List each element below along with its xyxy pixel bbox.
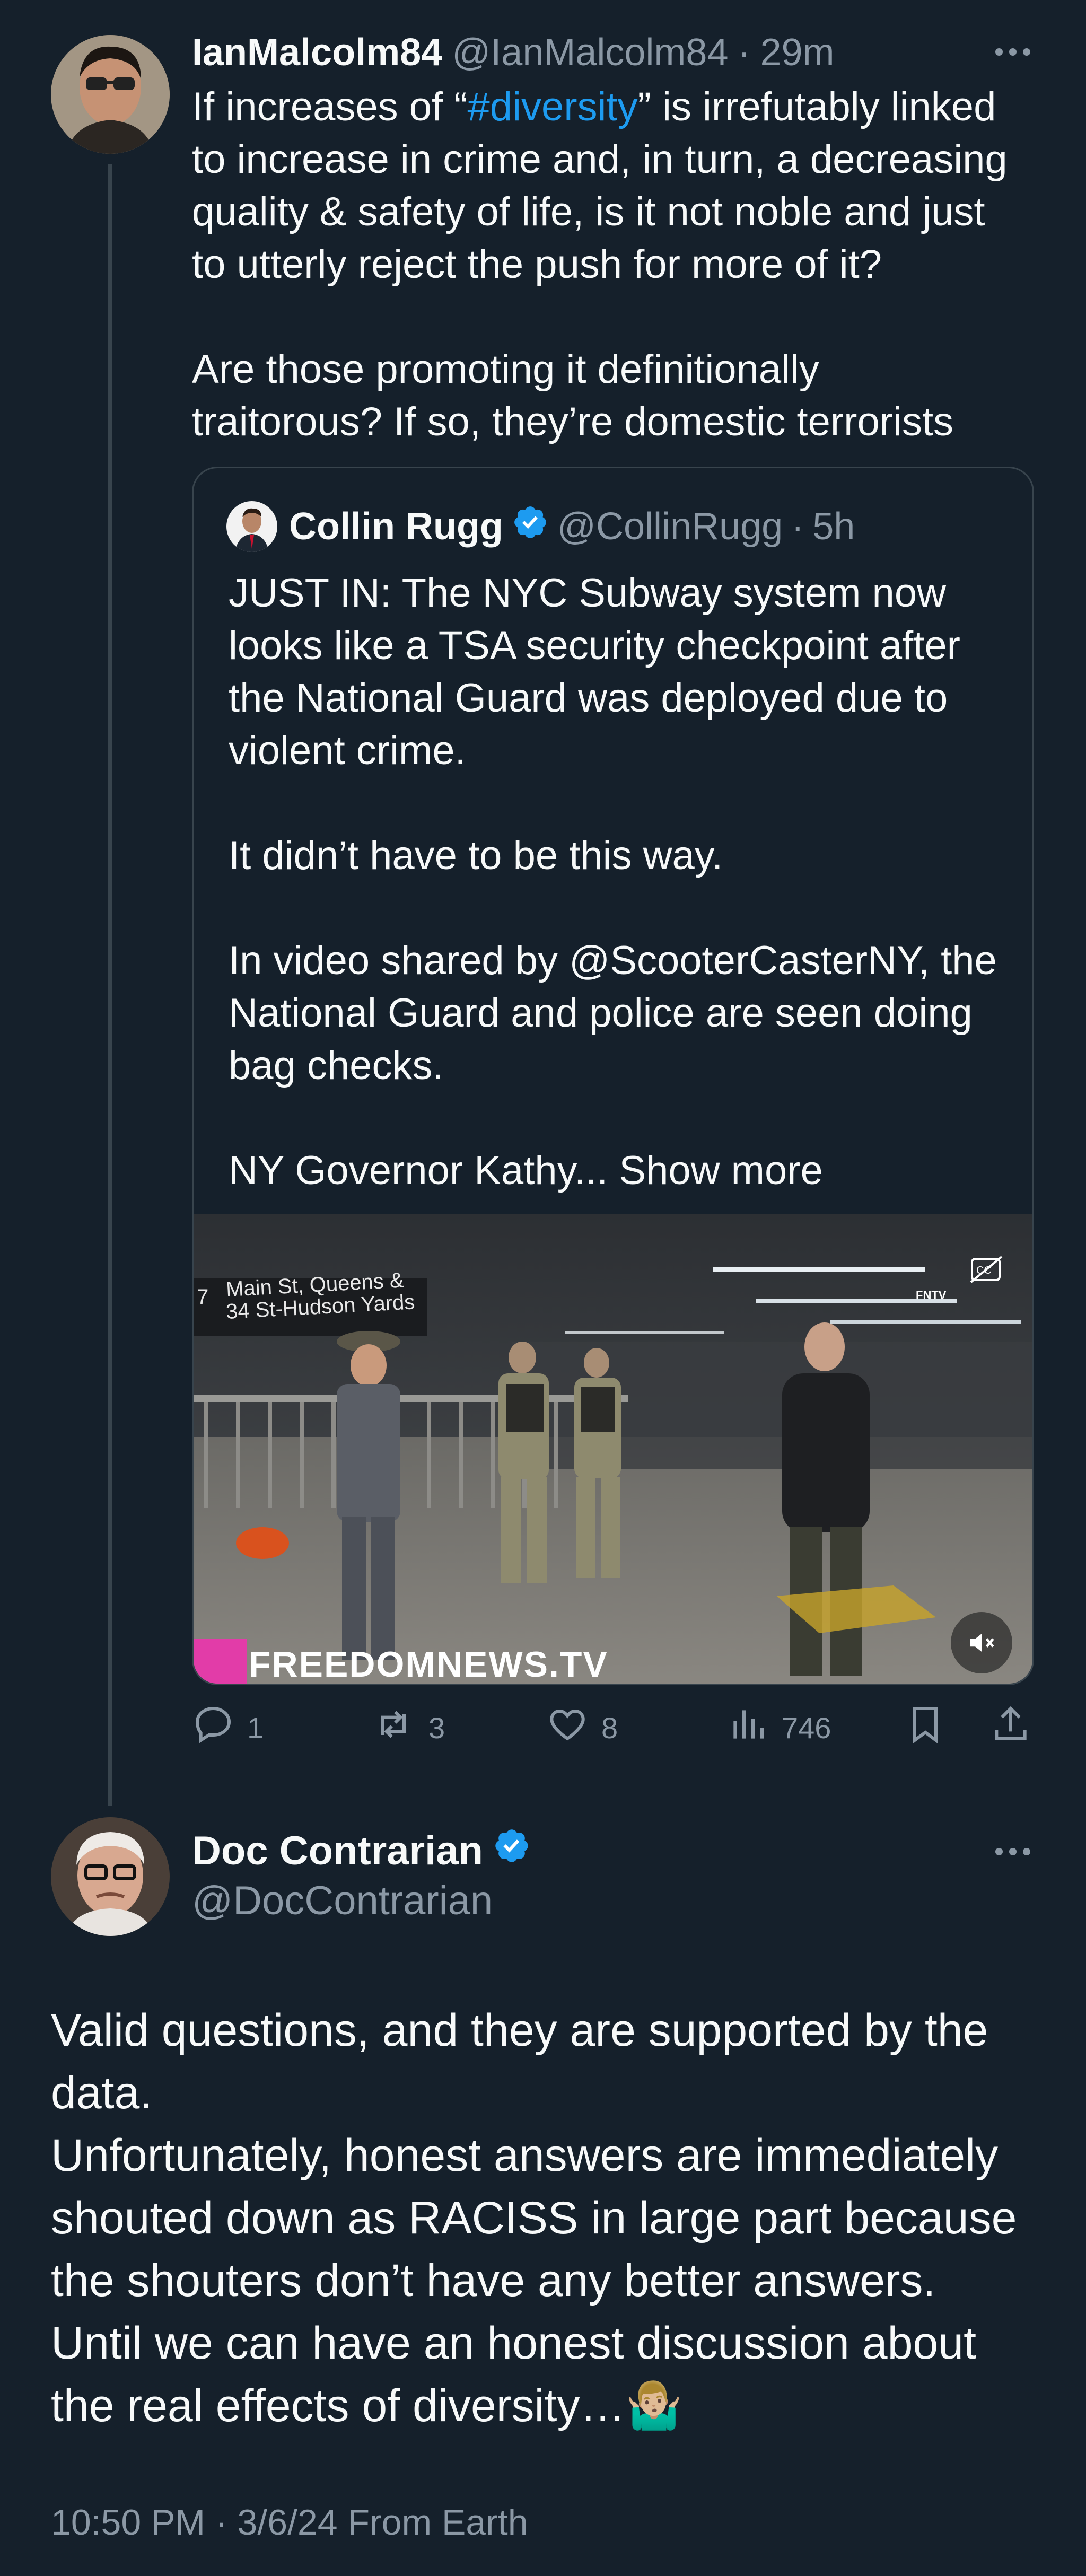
hashtag-diversity[interactable]: #diversity bbox=[468, 84, 638, 129]
verified-badge-icon bbox=[493, 1827, 531, 1874]
reply-text-body: Valid questions, and they are supported … bbox=[51, 2005, 1017, 2431]
views-count: 746 bbox=[782, 1711, 831, 1745]
parent-tweet-text: If increases of “#diversity” is irrefuta… bbox=[192, 81, 1051, 448]
views-chart-icon bbox=[726, 1703, 769, 1753]
reply-count: 1 bbox=[247, 1711, 264, 1745]
parent-text-after-hashtag: ” is irrefutably linked to increase in c… bbox=[192, 84, 1008, 444]
like-count: 8 bbox=[601, 1711, 618, 1745]
channel-badge: FNTV bbox=[916, 1289, 947, 1302]
bookmark-icon[interactable] bbox=[904, 1703, 947, 1746]
show-more-link[interactable]: Show more bbox=[619, 1148, 822, 1193]
video-player[interactable]: 7 Main St, Queens & 34 St-Hudson Yards F… bbox=[194, 1214, 1032, 1685]
thread-connector-line bbox=[108, 164, 112, 1806]
more-options-icon[interactable] bbox=[992, 1841, 1034, 1862]
quoted-display-name[interactable]: Collin Rugg bbox=[289, 505, 503, 548]
quoted-tweet-text: JUST IN: The NYC Subway system now looks… bbox=[229, 567, 1024, 1197]
like-action[interactable]: 8 bbox=[546, 1703, 618, 1753]
parent-display-name[interactable]: IanMalcolm84 bbox=[192, 31, 442, 74]
video-watermark: FREEDOMNEWS.TV bbox=[249, 1644, 608, 1685]
reply-action[interactable]: 1 bbox=[192, 1703, 264, 1753]
repost-icon bbox=[371, 1703, 416, 1753]
more-options-icon[interactable] bbox=[992, 41, 1034, 63]
parent-timestamp[interactable]: 29m bbox=[760, 31, 834, 74]
reply-display-name[interactable]: Doc Contrarian bbox=[192, 1828, 483, 1874]
quoted-timestamp[interactable]: 5h bbox=[812, 505, 855, 548]
captions-icon[interactable]: CC bbox=[969, 1255, 1006, 1284]
quoted-tweet-header: Collin Rugg @CollinRugg · 5h bbox=[289, 496, 855, 557]
reply-handle[interactable]: @DocContrarian bbox=[192, 1877, 493, 1925]
separator-dot: · bbox=[791, 505, 804, 548]
repost-action[interactable]: 3 bbox=[371, 1703, 445, 1753]
avatar-doccontrarian[interactable] bbox=[51, 1817, 170, 1936]
share-icon[interactable] bbox=[989, 1703, 1032, 1746]
tweet-timestamp[interactable]: 10:50 PM · 3/6/24 From Earth bbox=[51, 2499, 528, 2546]
quoted-text-body: JUST IN: The NYC Subway system now looks… bbox=[229, 571, 997, 1193]
avatar-collinrugg[interactable] bbox=[226, 501, 277, 552]
shrug-emoji: 🤷🏼‍♂️ bbox=[625, 2380, 682, 2431]
reply-icon bbox=[192, 1703, 234, 1753]
heart-icon bbox=[546, 1703, 589, 1753]
parent-text-before-hashtag: If increases of “ bbox=[192, 84, 468, 129]
quoted-tweet-card[interactable]: Collin Rugg @CollinRugg · 5h JUST IN: Th… bbox=[192, 467, 1034, 1685]
mute-toggle-icon[interactable] bbox=[951, 1612, 1012, 1673]
verified-badge-icon bbox=[512, 504, 549, 550]
separator-dot: · bbox=[738, 31, 751, 74]
repost-count: 3 bbox=[428, 1711, 445, 1745]
parent-tweet-header: IanMalcolm84 @IanMalcolm84 · 29m bbox=[192, 23, 835, 82]
parent-handle[interactable]: @IanMalcolm84 bbox=[452, 31, 728, 74]
station-sign-number: 7 bbox=[197, 1285, 209, 1309]
quoted-handle[interactable]: @CollinRugg bbox=[557, 505, 783, 548]
avatar-ianmalcolm84[interactable] bbox=[51, 35, 170, 154]
views-action[interactable]: 746 bbox=[726, 1703, 831, 1753]
reply-tweet-text: Valid questions, and they are supported … bbox=[51, 1999, 1048, 2437]
reply-author-row: Doc Contrarian bbox=[192, 1819, 531, 1882]
